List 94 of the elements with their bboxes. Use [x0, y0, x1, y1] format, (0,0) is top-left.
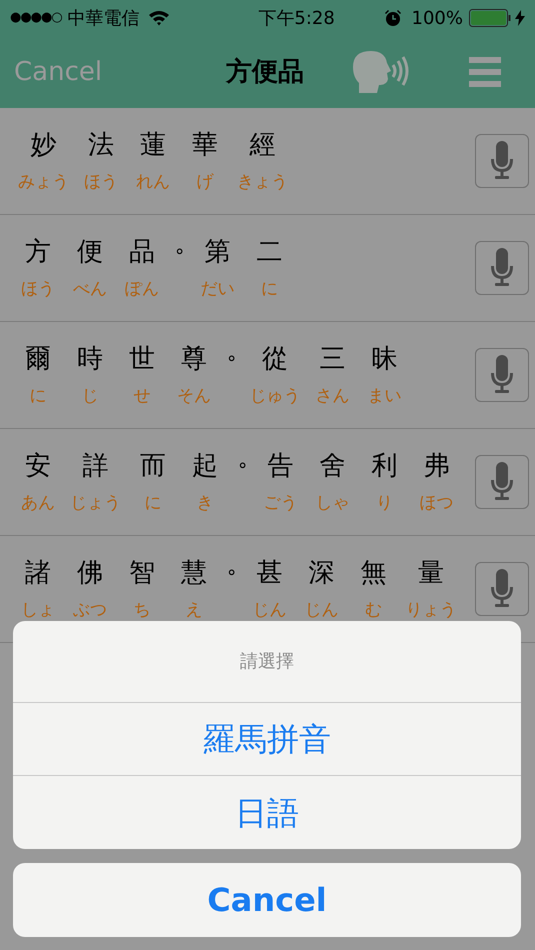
- microphone-button[interactable]: [475, 562, 529, 616]
- kana-reading: じん: [304, 599, 338, 622]
- separator-mark: ∘: [226, 561, 238, 585]
- menu-icon[interactable]: [469, 57, 501, 87]
- sutra-character: 詳: [82, 450, 108, 483]
- battery-percentage: 100%: [412, 6, 463, 30]
- action-option[interactable]: 日語: [13, 776, 521, 849]
- separator-mark: ∘: [237, 454, 248, 478]
- kana-reading: そん: [177, 385, 211, 408]
- sutra-character: 蓮: [140, 129, 166, 162]
- charging-bolt-icon: [514, 10, 525, 26]
- kana-reading: ほう: [84, 171, 118, 194]
- battery-icon: [468, 9, 511, 27]
- sutra-character: 諸: [25, 557, 51, 590]
- microphone-button[interactable]: [475, 455, 529, 509]
- kana-reading: べん: [73, 278, 107, 301]
- clock-time: 下午5:28: [257, 6, 335, 30]
- sutra-character: 三: [319, 343, 346, 376]
- sutra-character: 尊: [181, 343, 207, 376]
- kana-reading: に: [260, 278, 278, 301]
- action-sheet-title: 請選擇: [240, 650, 294, 674]
- kana-reading: ち: [134, 599, 150, 622]
- kana-reading: あん: [21, 492, 55, 515]
- action-option[interactable]: 羅馬拼音: [13, 703, 521, 776]
- microphone-icon: [489, 141, 515, 181]
- kana-reading: れん: [136, 171, 170, 194]
- kana-reading: ほう: [21, 278, 55, 301]
- kana-reading: りょう: [405, 599, 456, 622]
- kana-reading: だい: [200, 278, 234, 301]
- sutra-character: 第: [204, 236, 230, 269]
- sutra-character: 利: [371, 450, 398, 483]
- alarm-clock-icon: [384, 9, 402, 27]
- kana-reading: まい: [367, 385, 402, 408]
- kana-reading: り: [376, 492, 393, 515]
- microphone-button[interactable]: [475, 241, 529, 295]
- kana-reading: じ: [82, 385, 98, 408]
- sutra-character: 量: [418, 557, 444, 590]
- kana-reading: げ: [196, 171, 214, 194]
- sutra-character: 從: [262, 343, 288, 376]
- separator-mark: ∘: [174, 240, 186, 264]
- kana-reading: しょ: [21, 599, 55, 622]
- kana-reading: きょう: [237, 171, 288, 194]
- sutra-character: 經: [250, 129, 276, 162]
- screen-title: 方便品: [226, 56, 304, 88]
- wifi-icon: [148, 10, 170, 26]
- signal-strength: ●●●●○: [10, 9, 62, 28]
- kana-reading: じょう: [70, 492, 121, 515]
- sutra-character: 時: [77, 343, 103, 376]
- microphone-button[interactable]: [475, 348, 529, 402]
- microphone-button[interactable]: [475, 134, 529, 188]
- kana-reading: き: [196, 492, 214, 515]
- sutra-character: 舍: [319, 450, 346, 483]
- sutra-character: 慧: [181, 557, 207, 590]
- kana-reading: じん: [252, 599, 286, 622]
- kana-reading: しゃ: [315, 492, 350, 515]
- sutra-character: 智: [129, 557, 155, 590]
- sutra-character: 世: [129, 343, 155, 376]
- kana-reading: に: [30, 385, 46, 408]
- sutra-character: 安: [25, 450, 51, 483]
- sutra-character: 妙: [30, 129, 56, 162]
- kana-reading: ぶつ: [73, 599, 107, 622]
- sutra-character: 起: [192, 450, 218, 483]
- sutra-character: 便: [77, 236, 103, 269]
- separator-mark: ∘: [226, 347, 238, 371]
- kana-reading: ごう: [263, 492, 298, 515]
- microphone-icon: [489, 355, 515, 395]
- sutra-character: 深: [308, 557, 334, 590]
- sutra-character: 爾: [25, 343, 51, 376]
- sutra-character: 而: [140, 450, 166, 483]
- sutra-character: 佛: [77, 557, 103, 590]
- sutra-character: 品: [129, 236, 155, 269]
- sutra-character: 無: [360, 557, 386, 590]
- carrier-name: 中華電信: [68, 6, 140, 30]
- sutra-character: 甚: [256, 557, 282, 590]
- microphone-icon: [489, 569, 515, 609]
- sheet-cancel-button[interactable]: Cancel: [13, 863, 521, 937]
- microphone-icon: [489, 248, 515, 288]
- kana-reading: みょう: [18, 171, 69, 194]
- sutra-character: 方: [25, 236, 51, 269]
- sutra-character: 華: [192, 129, 218, 162]
- kana-reading: じゅう: [249, 385, 300, 408]
- sutra-character: 弗: [423, 450, 450, 483]
- sutra-character: 告: [267, 450, 294, 483]
- kana-reading: ぽん: [125, 278, 159, 301]
- kana-reading: ほつ: [419, 492, 454, 515]
- kana-reading: え: [186, 599, 202, 622]
- sutra-character: 二: [256, 236, 282, 269]
- kana-reading: に: [144, 492, 162, 515]
- kana-reading: さん: [315, 385, 350, 408]
- sutra-character: 昧: [371, 343, 398, 376]
- microphone-icon: [489, 462, 515, 502]
- kana-reading: せ: [134, 385, 150, 408]
- kana-reading: む: [364, 599, 382, 622]
- sutra-character: 法: [88, 129, 114, 162]
